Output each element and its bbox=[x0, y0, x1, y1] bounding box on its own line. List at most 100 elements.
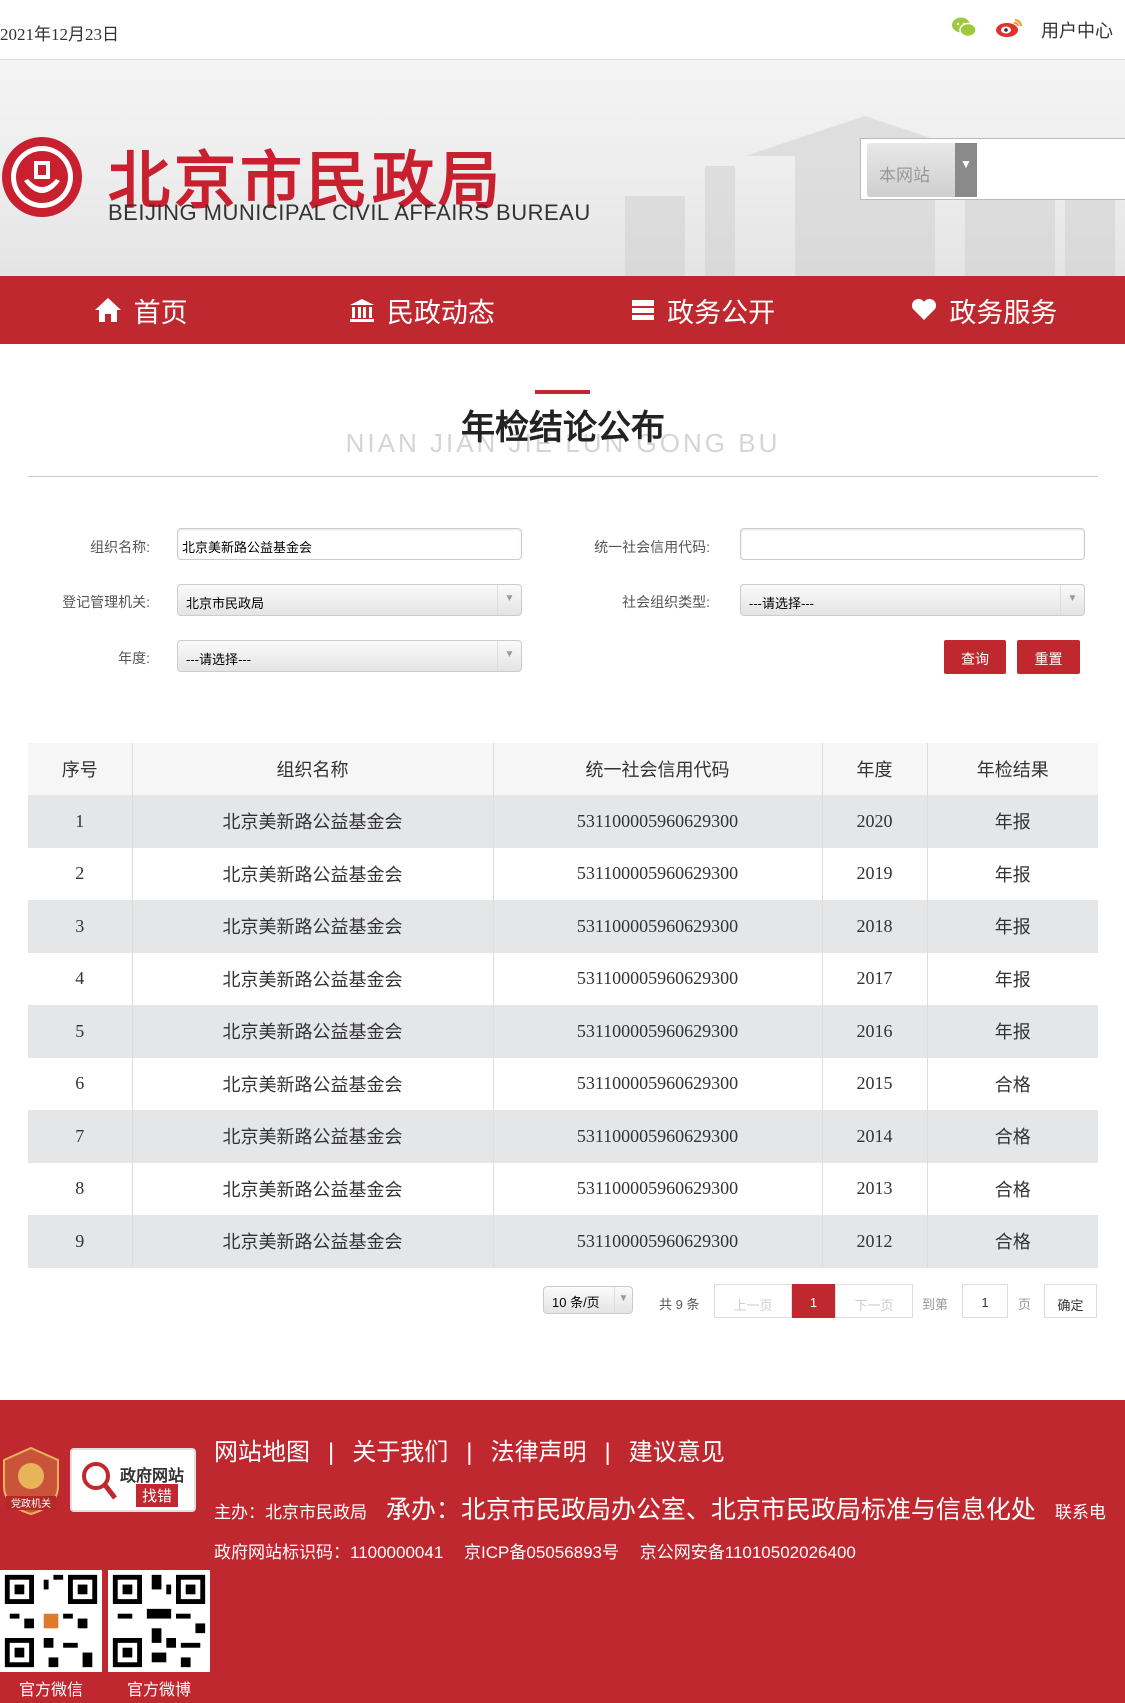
page-title-block: NIAN JIAN JIE LUN GONG BU 年检结论公布 bbox=[28, 344, 1098, 477]
footer-undertake: 承办：北京市民政局办公室、北京市民政局标准与信息化处 bbox=[385, 1496, 1036, 1524]
cell-index: 1 bbox=[28, 795, 133, 848]
footer-link-legal[interactable]: 法律声明 bbox=[490, 1439, 586, 1466]
wechat-qr-code bbox=[0, 1570, 102, 1672]
footer-link-about[interactable]: 关于我们 bbox=[352, 1439, 448, 1466]
cell-index: 8 bbox=[28, 1162, 133, 1215]
cell-index: 2 bbox=[28, 847, 133, 900]
nav-label-home: 首页 bbox=[133, 297, 188, 328]
credit-code-input[interactable] bbox=[740, 528, 1085, 560]
nav-label-news: 民政动态 bbox=[386, 297, 495, 328]
page-unit-label: 页 bbox=[1018, 1297, 1032, 1312]
nav-item-service[interactable]: 政务服务 bbox=[844, 276, 1125, 344]
next-page-button[interactable]: 下一页 bbox=[835, 1284, 913, 1318]
party-organ-badge[interactable]: 党政机关 bbox=[2, 1446, 60, 1516]
current-date: 2021年12月23日 bbox=[0, 25, 119, 44]
user-center-link[interactable]: 用户中心 bbox=[1041, 17, 1113, 43]
cell-org-name: 北京美新路公益基金会 bbox=[132, 1057, 494, 1110]
page-size-select[interactable]: 10 条/页 ▼ bbox=[543, 1286, 633, 1314]
cell-year: 2019 bbox=[822, 847, 928, 900]
cell-org-name: 北京美新路公益基金会 bbox=[132, 900, 494, 953]
cell-org-name: 北京美新路公益基金会 bbox=[132, 1215, 494, 1268]
nav-label-public: 政务公开 bbox=[667, 297, 776, 328]
main-nav: 首页 民政动态 政务公开 政务服务 bbox=[0, 276, 1125, 344]
cell-result: 合格 bbox=[927, 1162, 1098, 1215]
nav-item-home[interactable]: 首页 bbox=[0, 276, 281, 344]
logo-text-en: BEIJING MUNICIPAL CIVIL AFFAIRS BUREAU bbox=[108, 200, 591, 225]
authority-select[interactable]: 北京市民政局 ▼ bbox=[177, 584, 522, 616]
footer-police[interactable]: 京公网安备11010502026400 bbox=[640, 1543, 856, 1562]
chevron-down-icon: ▼ bbox=[955, 143, 977, 197]
building-icon bbox=[349, 299, 374, 322]
table-row: 3 北京美新路公益基金会 531100005960629300 2018 年报 bbox=[28, 900, 1098, 953]
cell-credit-code: 531100005960629300 bbox=[493, 1110, 823, 1163]
goto-page-input[interactable]: 1 bbox=[962, 1284, 1008, 1318]
cell-result: 年报 bbox=[927, 795, 1098, 848]
party-organ-text: 党政机关 bbox=[11, 1497, 51, 1510]
cell-credit-code: 531100005960629300 bbox=[493, 1215, 823, 1268]
table-header-row: 序号 组织名称 统一社会信用代码 年度 年检结果 bbox=[28, 743, 1098, 795]
weibo-qr-code bbox=[108, 1570, 210, 1672]
footer-link-feedback[interactable]: 建议意见 bbox=[629, 1439, 725, 1466]
year-label: 年度: bbox=[118, 650, 150, 666]
org-name-input[interactable]: 北京美新路公益基金会 bbox=[177, 528, 522, 560]
cell-year: 2020 bbox=[822, 795, 928, 848]
cell-result: 年报 bbox=[927, 847, 1098, 900]
authority-label: 登记管理机关: bbox=[62, 594, 150, 610]
credit-code-label: 统一社会信用代码: bbox=[594, 539, 710, 555]
cell-year: 2017 bbox=[822, 952, 928, 1005]
gov-site-error-badge[interactable]: 政府网站 找错 bbox=[70, 1448, 196, 1512]
year-select[interactable]: ---请选择--- ▼ bbox=[177, 640, 522, 672]
nav-item-news[interactable]: 民政动态 bbox=[281, 276, 562, 344]
cell-index: 7 bbox=[28, 1110, 133, 1163]
reset-button[interactable]: 重置 bbox=[1017, 640, 1080, 674]
cell-result: 合格 bbox=[927, 1110, 1098, 1163]
prev-page-button[interactable]: 上一页 bbox=[714, 1284, 792, 1318]
col-header-org-name: 组织名称 bbox=[132, 743, 494, 795]
nav-item-public[interactable]: 政务公开 bbox=[563, 276, 844, 344]
weibo-qr-label: 官方微博 bbox=[126, 1682, 191, 1699]
cell-credit-code: 531100005960629300 bbox=[493, 795, 823, 848]
footer-contact: 联系电 bbox=[1054, 1503, 1106, 1522]
col-header-year: 年度 bbox=[822, 743, 928, 795]
year-value: ---请选择--- bbox=[186, 652, 251, 667]
footer-registration: 政府网站标识码：1100000041 京ICP备05056893号 京公网安备1… bbox=[214, 1538, 872, 1563]
site-search-box[interactable]: 本网站 ▼ bbox=[860, 138, 1125, 200]
party-organ-icon: 党政机关 bbox=[3, 1446, 59, 1516]
weibo-icon[interactable] bbox=[995, 16, 1023, 43]
cell-org-name: 北京美新路公益基金会 bbox=[132, 1162, 494, 1215]
cell-index: 5 bbox=[28, 1005, 133, 1058]
table-row: 1 北京美新路公益基金会 531100005960629300 2020 年报 bbox=[28, 795, 1098, 848]
cell-year: 2015 bbox=[822, 1057, 928, 1110]
gov-site-error-sub: 找错 bbox=[136, 1484, 179, 1507]
magnifier-icon bbox=[82, 1462, 117, 1500]
footer-link-sitemap[interactable]: 网站地图 bbox=[214, 1439, 310, 1466]
bureau-emblem-icon bbox=[2, 137, 82, 217]
header-banner: 北京市民政局 BEIJING MUNICIPAL CIVIL AFFAIRS B… bbox=[0, 60, 1125, 276]
table-row: 8 北京美新路公益基金会 531100005960629300 2013 合格 bbox=[28, 1162, 1098, 1215]
cell-result: 合格 bbox=[927, 1215, 1098, 1268]
total-count: 共 9 条 bbox=[659, 1297, 700, 1312]
heart-icon bbox=[912, 299, 937, 320]
cell-credit-code: 531100005960629300 bbox=[493, 1005, 823, 1058]
footer-separator: | bbox=[604, 1439, 611, 1466]
cell-result: 年报 bbox=[927, 900, 1098, 953]
goto-confirm-button[interactable]: 确定 bbox=[1044, 1284, 1097, 1318]
search-scope-select[interactable]: 本网站 ▼ bbox=[867, 143, 977, 197]
cell-year: 2014 bbox=[822, 1110, 928, 1163]
table-row: 6 北京美新路公益基金会 531100005960629300 2015 合格 bbox=[28, 1057, 1098, 1110]
cell-year: 2012 bbox=[822, 1215, 928, 1268]
nav-label-service: 政务服务 bbox=[949, 297, 1058, 328]
home-icon bbox=[94, 298, 121, 322]
footer-icp[interactable]: 京ICP备05056893号 bbox=[464, 1543, 619, 1562]
query-button[interactable]: 查询 bbox=[944, 640, 1006, 674]
stack-icon bbox=[632, 300, 655, 320]
current-page-button[interactable]: 1 bbox=[792, 1284, 835, 1318]
cell-credit-code: 531100005960629300 bbox=[493, 847, 823, 900]
cell-org-name: 北京美新路公益基金会 bbox=[132, 847, 494, 900]
page-title: 年检结论公布 bbox=[461, 409, 665, 447]
wechat-icon[interactable] bbox=[951, 16, 977, 43]
org-type-select[interactable]: ---请选择--- ▼ bbox=[740, 584, 1085, 616]
cell-credit-code: 531100005960629300 bbox=[493, 900, 823, 953]
col-header-result: 年检结果 bbox=[927, 743, 1098, 795]
cell-index: 9 bbox=[28, 1215, 133, 1268]
